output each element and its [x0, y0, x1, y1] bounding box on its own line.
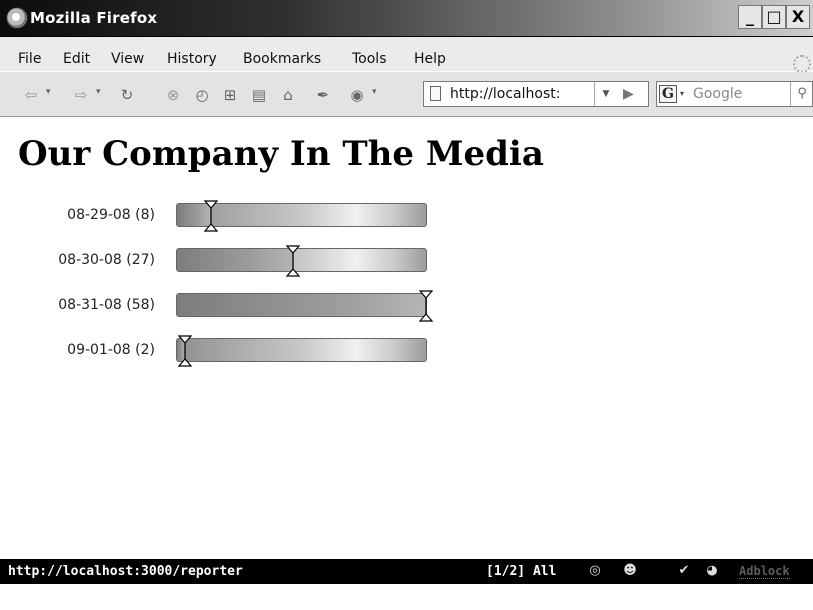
url-input[interactable]: http://localhost:	[450, 86, 560, 102]
menu-file[interactable]: File	[18, 51, 41, 67]
menu-bookmarks[interactable]: Bookmarks	[243, 51, 321, 67]
forward-history-dropdown-icon[interactable]: ▾	[96, 87, 101, 97]
meter-row: 08-29-08 (8)	[0, 200, 460, 232]
tab-counter[interactable]: [1/2] All	[486, 564, 556, 579]
minimize-button[interactable]: _	[738, 5, 762, 29]
forward-arrow-icon[interactable]: ⇨	[72, 86, 90, 104]
menu-view[interactable]: View	[111, 51, 144, 67]
back-arrow-icon[interactable]: ⇦	[22, 86, 40, 104]
menu-help[interactable]: Help	[414, 51, 446, 67]
meter-row: 09-01-08 (2)	[0, 335, 460, 367]
firefox-status-icon[interactable]: ◕	[704, 563, 720, 579]
close-button[interactable]: X	[786, 5, 810, 29]
meter-handle[interactable]	[177, 335, 193, 367]
addon-icon[interactable]: ◉	[348, 86, 366, 104]
history-icon[interactable]: ◴	[193, 86, 211, 104]
status-bar: http://localhost:3000/reporter [1/2] All…	[0, 559, 813, 584]
navigation-toolbar: ⇦ ▾ ⇨ ▾ ↻ ⊗ ◴ ⊞ ▤ ⌂ ✒ ◉ ▾ http://localho…	[0, 72, 813, 117]
firefox-logo-icon	[6, 7, 28, 29]
stop-icon[interactable]: ⊗	[164, 86, 182, 104]
window-title: Mozilla Firefox	[30, 9, 158, 27]
magnifier-icon[interactable]: ⚲	[790, 82, 813, 106]
addon-dropdown-icon[interactable]: ▾	[372, 87, 377, 97]
title-bar: Mozilla Firefox _ □ X	[0, 0, 813, 37]
search-bar[interactable]: G ▾ Google ⚲	[656, 81, 813, 107]
bookmark-icon[interactable]: ✒	[314, 86, 332, 104]
maximize-button[interactable]: □	[762, 5, 786, 29]
menu-edit[interactable]: Edit	[63, 51, 90, 67]
go-icon[interactable]: ▶	[623, 86, 634, 102]
engine-dropdown-icon[interactable]: ▾	[680, 89, 684, 98]
check-icon[interactable]: ✔	[676, 563, 692, 579]
adblock-button[interactable]: Adblock	[739, 564, 790, 579]
meter-label: 08-31-08 (58)	[58, 297, 155, 313]
url-dropdown-icon[interactable]: ▼	[594, 82, 617, 106]
menu-tools[interactable]: Tools	[352, 51, 387, 67]
print-icon[interactable]: ▤	[250, 86, 268, 104]
menu-history[interactable]: History	[167, 51, 217, 67]
meter-row: 08-30-08 (27)	[0, 245, 460, 277]
back-history-dropdown-icon[interactable]: ▾	[46, 87, 51, 97]
address-bar[interactable]: http://localhost: ▼ ▶	[423, 81, 649, 107]
menu-bar: File Edit View History Bookmarks Tools H…	[0, 37, 813, 73]
meter-label: 09-01-08 (2)	[67, 342, 155, 358]
meter-handle[interactable]	[418, 290, 434, 322]
status-url: http://localhost:3000/reporter	[8, 564, 243, 579]
meter-handle[interactable]	[203, 200, 219, 232]
meter-track	[176, 335, 427, 367]
meter-label: 08-30-08 (27)	[58, 252, 155, 268]
meter-row: 08-31-08 (58)	[0, 290, 460, 322]
home-icon[interactable]: ⌂	[279, 86, 297, 104]
meter-track	[176, 290, 434, 322]
google-g-icon[interactable]: G	[659, 85, 677, 103]
page-icon	[430, 86, 441, 101]
search-input[interactable]: Google	[693, 86, 742, 102]
extension-icon[interactable]: ◎	[587, 563, 603, 579]
meter-label: 08-29-08 (8)	[67, 207, 155, 223]
meter-handle[interactable]	[285, 245, 301, 277]
meter-track	[176, 245, 427, 277]
meter-track	[176, 200, 427, 232]
throbber-icon	[793, 55, 811, 73]
new-tab-icon[interactable]: ⊞	[221, 86, 239, 104]
meter-fill	[177, 294, 426, 316]
reload-icon[interactable]: ↻	[118, 86, 136, 104]
greasemonkey-icon[interactable]: ☻	[622, 563, 638, 579]
page-title: Our Company In The Media	[18, 134, 544, 174]
meter-fill	[177, 249, 293, 271]
